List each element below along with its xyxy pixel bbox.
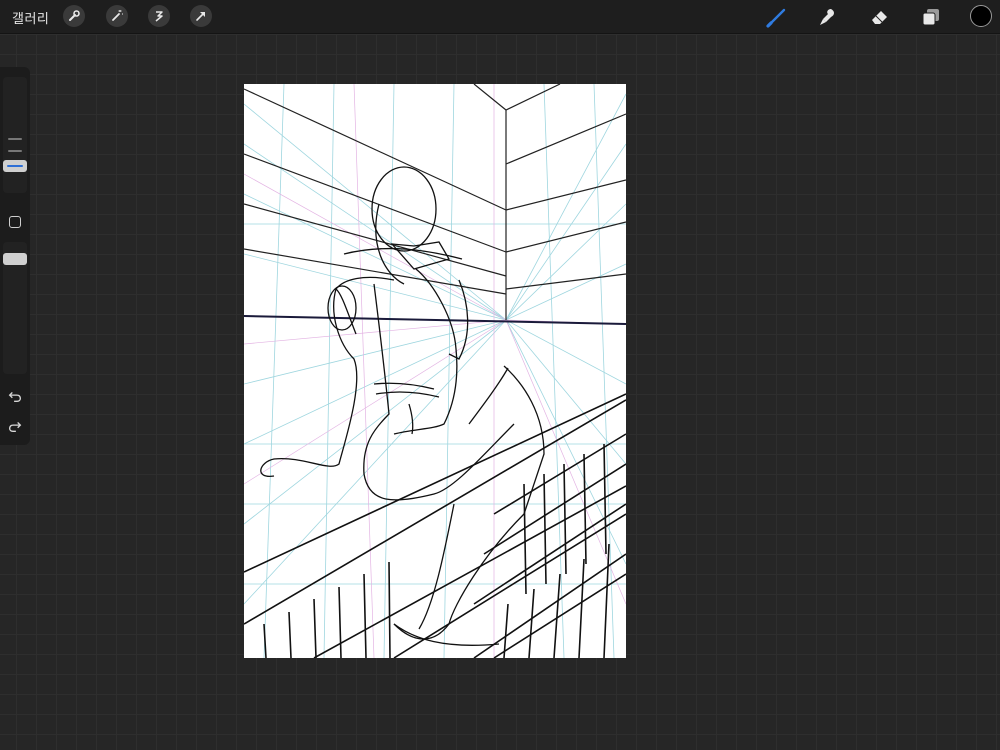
modify-button[interactable] bbox=[9, 216, 21, 228]
smudge-icon bbox=[820, 9, 834, 25]
selection-button[interactable] bbox=[148, 5, 170, 27]
smudge-tool-button[interactable] bbox=[815, 4, 841, 30]
brush-size-slider[interactable] bbox=[3, 77, 27, 193]
magic-wand-icon bbox=[112, 10, 123, 21]
actions-button[interactable] bbox=[63, 5, 85, 27]
transform-arrow-icon bbox=[196, 12, 205, 21]
wrench-icon bbox=[69, 10, 80, 21]
layers-icon bbox=[922, 9, 939, 26]
size-tick-mark bbox=[8, 150, 22, 152]
color-picker-button[interactable] bbox=[970, 5, 992, 27]
eraser-tool-button[interactable] bbox=[867, 4, 893, 30]
adjustments-button[interactable] bbox=[106, 5, 128, 27]
brush-tool-button[interactable] bbox=[764, 4, 790, 30]
left-sidebar bbox=[0, 67, 30, 445]
perspective-guides-secondary bbox=[244, 84, 626, 658]
undo-icon bbox=[8, 391, 22, 402]
redo-icon bbox=[8, 421, 22, 432]
undo-button[interactable] bbox=[6, 387, 24, 405]
figure-sketch bbox=[260, 166, 545, 646]
sketch-artwork bbox=[244, 84, 626, 658]
bench-structure bbox=[244, 393, 626, 658]
opacity-thumb[interactable] bbox=[3, 253, 27, 265]
brush-size-thumb[interactable] bbox=[3, 160, 27, 172]
eraser-icon bbox=[872, 11, 887, 24]
redo-button[interactable] bbox=[6, 417, 24, 435]
perspective-guides bbox=[244, 84, 626, 658]
horizon-line bbox=[244, 315, 626, 325]
drawing-canvas[interactable] bbox=[244, 84, 626, 658]
layers-button[interactable] bbox=[918, 4, 944, 30]
transform-button[interactable] bbox=[190, 5, 212, 27]
gallery-button[interactable]: 갤러리 bbox=[12, 8, 49, 27]
brush-icon bbox=[766, 8, 786, 28]
selection-icon bbox=[155, 11, 163, 22]
top-toolbar: 갤러리 bbox=[0, 0, 1000, 34]
size-tick-mark bbox=[8, 138, 22, 140]
